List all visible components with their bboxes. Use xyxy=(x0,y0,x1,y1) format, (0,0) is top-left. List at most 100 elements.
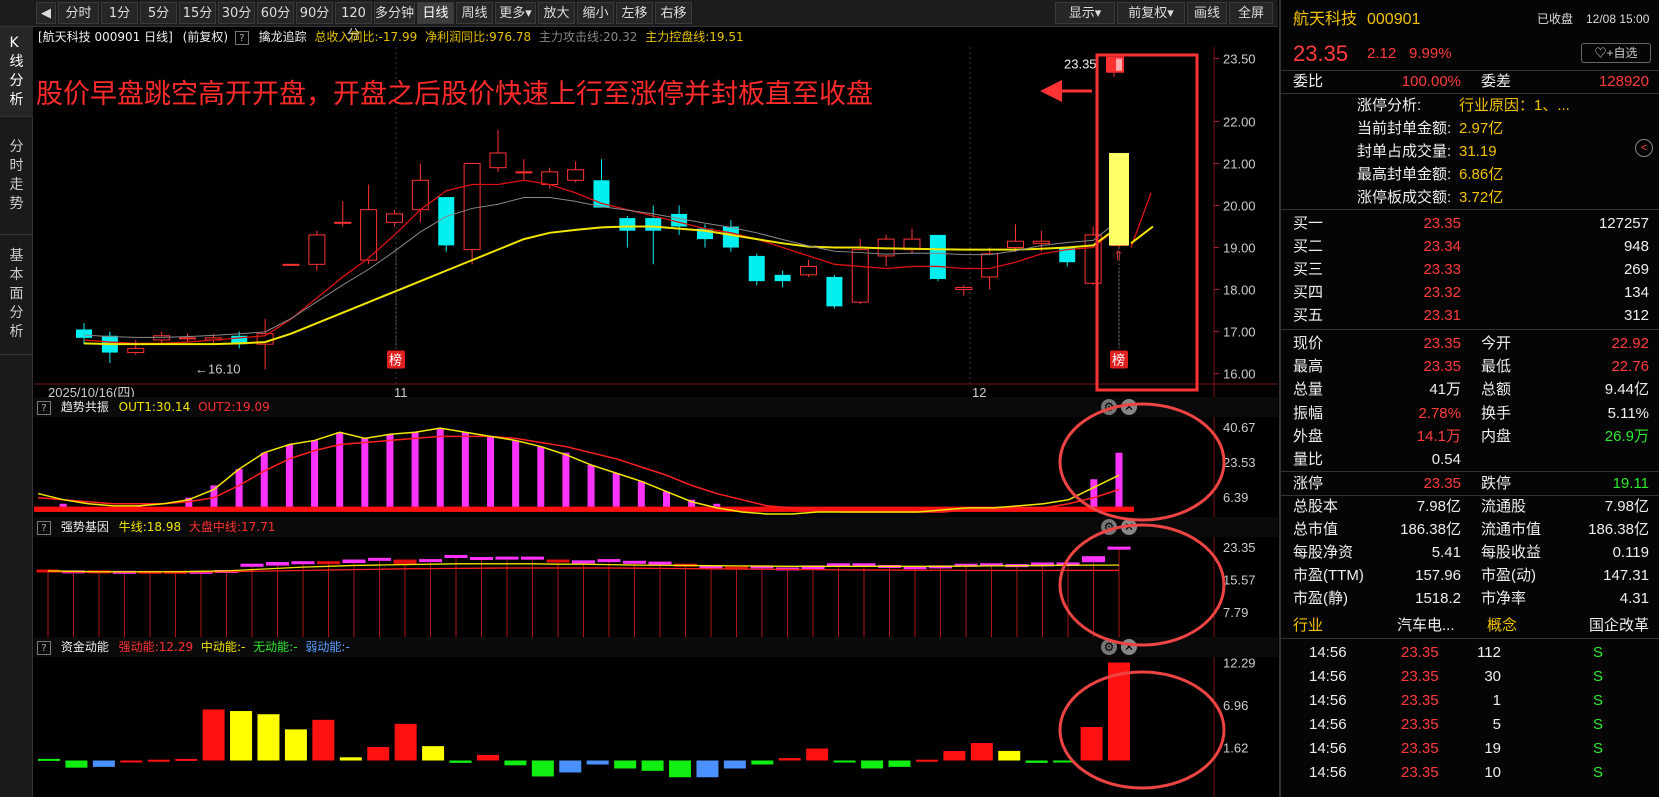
highlight-box xyxy=(1095,53,1199,392)
stat-value: 23.35 xyxy=(1423,475,1461,492)
bid-label: 买一 xyxy=(1293,215,1324,232)
concept-label: 概念 xyxy=(1487,617,1518,634)
limit-info-row: 当前封单金额: 2.97亿 xyxy=(1281,117,1659,140)
weibi-value: 100.00% xyxy=(1401,73,1461,90)
price-change: 2.12 xyxy=(1367,45,1397,62)
limit-info-label: 当前封单金额: xyxy=(1357,120,1452,137)
stat-label: 流通市值 xyxy=(1481,521,1542,538)
limit-info-label: 涨停板成交额: xyxy=(1357,189,1452,206)
stat-label: 市盈(动) xyxy=(1481,567,1536,584)
limit-info-value: 3.72亿 xyxy=(1459,189,1504,206)
stat-row: 外盘 14.1万 内盘 26.9万 xyxy=(1281,425,1659,448)
stat-value: 19.11 xyxy=(1612,475,1649,492)
tick-price: 23.35 xyxy=(1401,764,1439,781)
stat-label: 最高 xyxy=(1293,358,1324,375)
stat-value: 186.38亿 xyxy=(1588,521,1649,538)
limit-info-row: 最高封单金额: 6.86亿 xyxy=(1281,163,1659,186)
bid-row: 买五 23.31 312 xyxy=(1281,304,1659,327)
stat-label: 总量 xyxy=(1293,381,1324,398)
tick-price: 23.35 xyxy=(1401,692,1439,709)
bid-label: 买四 xyxy=(1293,284,1324,301)
stat-value: 4.31 xyxy=(1619,590,1649,607)
stat-row: 振幅 2.78% 换手 5.11% xyxy=(1281,402,1659,425)
stat-label: 市盈(静) xyxy=(1293,590,1348,607)
stat-value: 7.98亿 xyxy=(1604,498,1649,515)
stat-value: 5.11% xyxy=(1607,405,1649,422)
stat-row: 总量 41万 总额 9.44亿 xyxy=(1281,378,1659,401)
stat-label: 内盘 xyxy=(1481,428,1512,445)
stat-row: 每股净资 5.41 每股收益 0.119 xyxy=(1281,541,1659,564)
highlight-ellipse-gene xyxy=(1058,523,1226,647)
tick-row: 14:56 23.35 112 S xyxy=(1281,641,1659,664)
concept-value[interactable]: 国企改革 xyxy=(1589,614,1649,637)
limit-info-label: 最高封单金额: xyxy=(1357,166,1452,183)
quote-time: 12/08 15:00 xyxy=(1586,12,1650,26)
stat-value: 22.92 xyxy=(1611,335,1649,352)
bid-price: 23.31 xyxy=(1423,307,1461,324)
bid-price: 23.34 xyxy=(1423,238,1461,255)
stat-value: 23.35 xyxy=(1423,358,1461,375)
arrow-head-icon xyxy=(1040,80,1062,102)
tick-volume: 19 xyxy=(1484,740,1501,757)
stat-label: 市盈(TTM) xyxy=(1293,567,1364,584)
tick-direction: S xyxy=(1592,692,1603,709)
stat-value: 23.35 xyxy=(1423,335,1461,352)
limit-info-value[interactable]: 行业原因：1、... xyxy=(1459,94,1570,117)
bid-price: 23.33 xyxy=(1423,261,1461,278)
tick-volume: 1 xyxy=(1492,692,1501,709)
stat-row: 量比 0.54 xyxy=(1281,448,1659,471)
bid-label: 买五 xyxy=(1293,307,1324,324)
bid-volume: 312 xyxy=(1623,307,1649,324)
tick-volume: 30 xyxy=(1484,668,1501,685)
tick-time: 14:56 xyxy=(1309,668,1347,685)
stat-label: 市净率 xyxy=(1481,590,1527,607)
stat-value: 9.44亿 xyxy=(1604,381,1649,398)
stat-value: 41万 xyxy=(1429,381,1461,398)
tick-row: 14:56 23.35 30 S xyxy=(1281,665,1659,688)
weicha-label: 委差 xyxy=(1481,73,1512,90)
bid-volume: 948 xyxy=(1623,238,1649,255)
industry-row: 行业 汽车电... 概念 国企改革 xyxy=(1281,614,1659,637)
tick-price: 23.35 xyxy=(1401,668,1439,685)
tick-direction: S xyxy=(1592,644,1603,661)
tick-direction: S xyxy=(1592,716,1603,733)
highlight-ellipse-capital xyxy=(1058,670,1226,790)
stat-label: 每股净资 xyxy=(1293,544,1354,561)
tick-row: 14:56 23.35 5 S xyxy=(1281,713,1659,736)
bid-price: 23.32 xyxy=(1423,284,1461,301)
tick-price: 23.35 xyxy=(1401,644,1439,661)
tick-time: 14:56 xyxy=(1309,692,1347,709)
stat-label: 外盘 xyxy=(1293,428,1324,445)
tick-time: 14:56 xyxy=(1309,764,1347,781)
industry-value[interactable]: 汽车电... xyxy=(1397,614,1455,637)
bid-label: 买二 xyxy=(1293,238,1324,255)
tick-volume: 112 xyxy=(1477,644,1501,661)
tick-time: 14:56 xyxy=(1309,716,1347,733)
limit-info-label: 封单占成交量: xyxy=(1357,143,1452,160)
add-watchlist-button[interactable]: ♡+自选 xyxy=(1581,43,1651,63)
tick-time: 14:56 xyxy=(1309,740,1347,757)
stat-label: 每股收益 xyxy=(1481,544,1542,561)
tick-direction: S xyxy=(1592,740,1603,757)
stat-row: 涨停 23.35 跌停 19.11 xyxy=(1281,472,1659,495)
stat-label: 跌停 xyxy=(1481,475,1512,492)
stat-row: 现价 23.35 今开 22.92 xyxy=(1281,332,1659,355)
industry-label: 行业 xyxy=(1293,617,1324,634)
quote-panel: 航天科技 000901 已收盘 12/08 15:00 23.35 2.12 9… xyxy=(1279,0,1659,797)
expand-arrow-icon[interactable]: < xyxy=(1635,139,1653,157)
market-status: 已收盘 xyxy=(1537,12,1574,26)
stat-value: 147.31 xyxy=(1603,567,1649,584)
stat-label: 总股本 xyxy=(1293,498,1339,515)
bid-volume: 127257 xyxy=(1598,215,1649,232)
limit-info-value: 6.86亿 xyxy=(1459,166,1504,183)
tick-volume: 5 xyxy=(1492,716,1501,733)
stat-value: 2.78% xyxy=(1418,405,1461,422)
stat-value: 26.9万 xyxy=(1604,428,1649,445)
tick-row: 14:56 23.35 10 S xyxy=(1281,761,1659,784)
stat-value: 186.38亿 xyxy=(1400,521,1461,538)
limit-info-value: 2.97亿 xyxy=(1459,120,1504,137)
stat-value: 5.41 xyxy=(1431,544,1461,561)
stat-value: 157.96 xyxy=(1415,567,1461,584)
bid-row: 买三 23.33 269 xyxy=(1281,258,1659,281)
stat-value: 7.98亿 xyxy=(1416,498,1461,515)
